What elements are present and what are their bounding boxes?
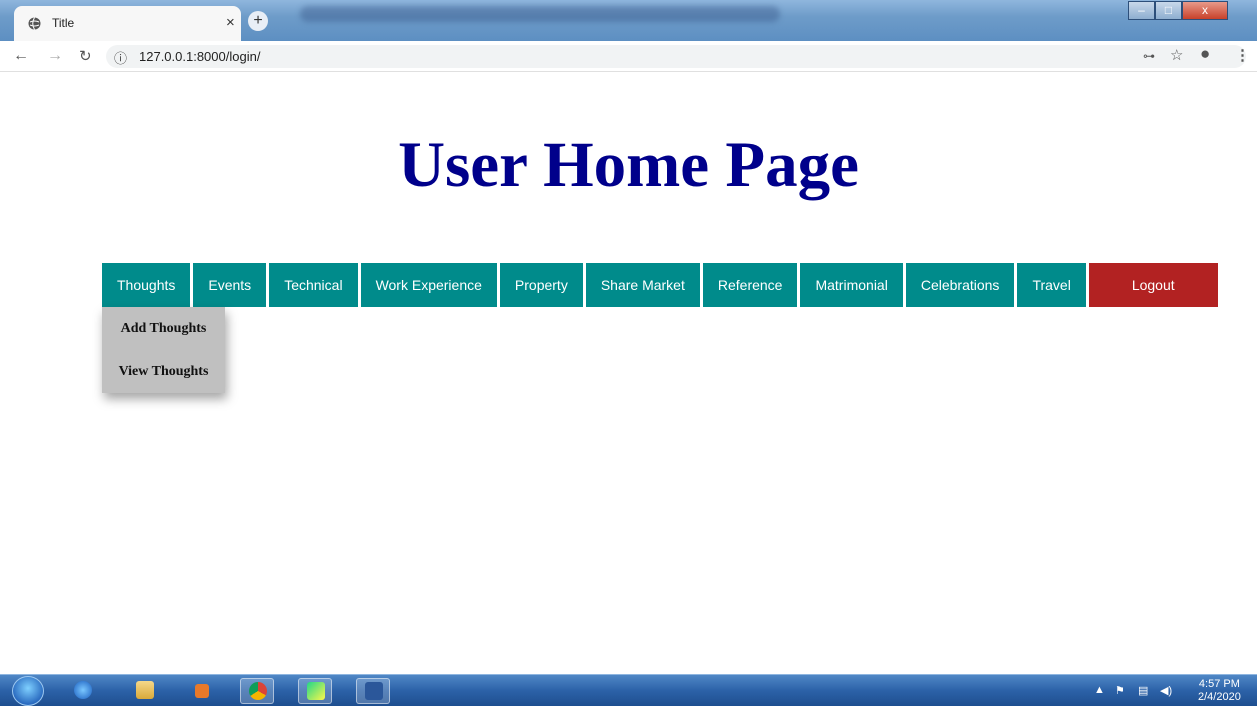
forward-arrow-icon[interactable]: →: [47, 47, 63, 65]
info-icon[interactable]: ⓘ: [114, 48, 127, 67]
clock-date: 2/4/2020: [1198, 691, 1241, 703]
volume-icon[interactable]: ◀): [1160, 684, 1172, 697]
minimize-button[interactable]: –: [1128, 1, 1155, 20]
back-arrow-icon[interactable]: ←: [13, 47, 29, 65]
browser-toolbar: ← → ↻ ⓘ 127.0.0.1:8000/login/ ⊶ ☆ ● ⋮: [0, 41, 1257, 72]
menu-item-events[interactable]: Events: [193, 263, 267, 307]
star-icon[interactable]: ☆: [1170, 46, 1183, 64]
network-icon[interactable]: ▤: [1138, 684, 1148, 697]
thoughts-dropdown: Add Thoughts View Thoughts: [102, 307, 225, 393]
nav-menu: Thoughts Events Technical Work Experienc…: [102, 263, 1218, 307]
chrome-icon[interactable]: [240, 678, 274, 704]
url-text[interactable]: 127.0.0.1:8000/login/: [139, 49, 260, 64]
globe-icon: [28, 17, 41, 30]
browser-chrome: Title × + – □ x ← → ↻ ⓘ 127.0.0.1:8000/l…: [0, 0, 1257, 72]
menu-item-reference[interactable]: Reference: [702, 263, 798, 307]
tab-strip: Title × + – □ x: [0, 0, 1257, 41]
menu-item-share-market[interactable]: Share Market: [585, 263, 700, 307]
address-bar[interactable]: ⓘ 127.0.0.1:8000/login/: [106, 45, 1246, 68]
system-clock[interactable]: 4:57 PM 2/4/2020: [1198, 678, 1241, 704]
tray-arrow-icon[interactable]: ▲: [1094, 684, 1105, 696]
windows-taskbar: ▲ ⚑ ▤ ◀) 4:57 PM 2/4/2020: [0, 674, 1257, 706]
profile-icon[interactable]: ●: [1200, 44, 1210, 64]
menu-item-property[interactable]: Property: [499, 263, 583, 307]
browser-tab[interactable]: Title ×: [14, 6, 241, 41]
menu-item-work-experience[interactable]: Work Experience: [360, 263, 497, 307]
key-icon[interactable]: ⊶: [1143, 49, 1155, 63]
view-thoughts-link[interactable]: View Thoughts: [102, 350, 225, 393]
add-thoughts-link[interactable]: Add Thoughts: [102, 307, 225, 350]
menu-item-travel[interactable]: Travel: [1017, 263, 1086, 307]
internet-explorer-icon[interactable]: [66, 678, 100, 704]
new-tab-button[interactable]: +: [248, 11, 268, 31]
menu-item-matrimonial[interactable]: Matrimonial: [800, 263, 903, 307]
word-icon[interactable]: [356, 678, 390, 704]
clock-time: 4:57 PM: [1198, 678, 1240, 690]
window-controls: – □ x: [1128, 1, 1228, 21]
reload-icon[interactable]: ↻: [79, 47, 92, 65]
logout-button[interactable]: Logout: [1088, 263, 1218, 307]
start-button[interactable]: [12, 676, 44, 706]
menu-item-celebrations[interactable]: Celebrations: [905, 263, 1015, 307]
close-window-button[interactable]: x: [1182, 1, 1228, 20]
menu-dots-icon[interactable]: ⋮: [1235, 46, 1250, 64]
tab-title: Title: [52, 16, 75, 30]
action-center-flag-icon[interactable]: ⚑: [1115, 684, 1125, 697]
titlebar-glow: [300, 6, 780, 22]
maximize-button[interactable]: □: [1155, 1, 1182, 20]
menu-item-thoughts[interactable]: Thoughts: [102, 263, 191, 307]
pycharm-icon[interactable]: [298, 678, 332, 704]
media-player-icon[interactable]: [185, 678, 219, 704]
file-explorer-icon[interactable]: [128, 678, 162, 704]
page-title: User Home Page: [398, 129, 859, 201]
tab-close-button[interactable]: ×: [226, 14, 235, 31]
menu-item-technical[interactable]: Technical: [269, 263, 358, 307]
